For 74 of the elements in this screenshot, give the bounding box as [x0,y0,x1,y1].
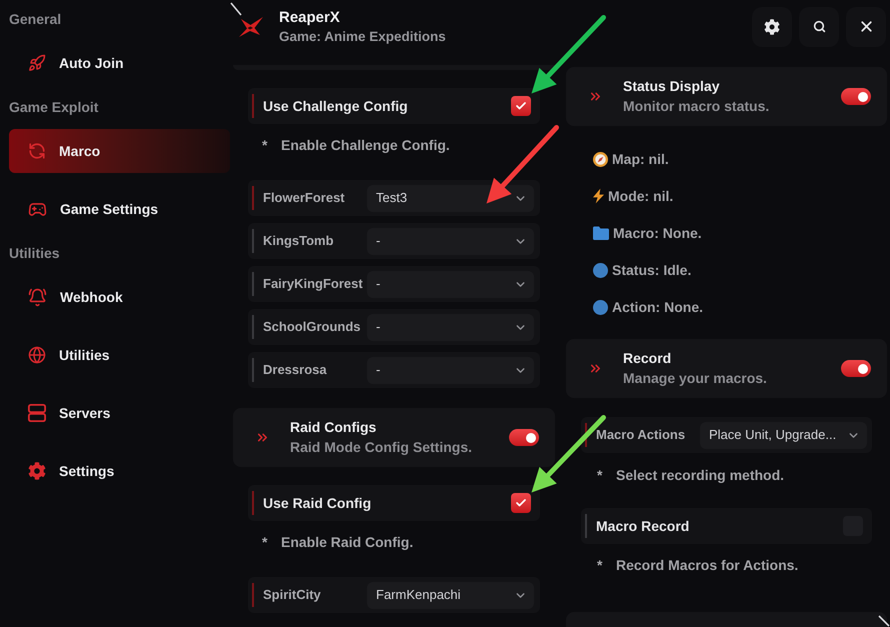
section-title: Record [623,349,672,368]
dropdown[interactable]: - [367,228,534,254]
option-label: SpiritCity [263,586,322,604]
dropdown[interactable]: FarmKenpachi [367,582,534,608]
sidebar-item[interactable]: Game Settings [9,187,230,231]
sidebar-heading: General [8,10,62,29]
dropdown[interactable]: - [367,314,534,340]
bullet: * [262,532,268,552]
globe-icon [28,346,46,364]
sidebar-item[interactable]: Settings [9,449,230,493]
toggle-switch[interactable] [841,360,871,377]
section-subtitle: Monitor macro status. [623,97,770,116]
sidebar-heading: Game Exploit [8,98,100,117]
corner-mark-icon [230,2,242,16]
sidebar-item[interactable]: Auto Join [9,41,230,85]
folder-icon [593,226,609,240]
bullet: * [597,556,604,574]
section-title: Raid Configs [290,418,378,437]
hint-text: Select recording method. [616,466,784,485]
hint-text: Enable Raid Config. [281,532,414,552]
sidebar-item[interactable]: Webhook [9,275,230,319]
option-label: Macro Record [596,516,690,536]
logo-icon [238,16,264,38]
dropdown[interactable]: - [367,356,534,384]
compass-icon [593,152,608,166]
status-text: Macro: None. [613,224,702,242]
section-subtitle: Raid Mode Config Settings. [290,438,472,457]
dropdown[interactable]: Place Unit, Upgrade... [700,422,867,448]
search-icon [812,20,826,33]
settings-icon [764,18,780,34]
search-button[interactable] [799,6,839,46]
rocket-icon [28,54,46,72]
status-text: Mode: nil. [608,186,674,206]
status-text: Action: None. [612,298,703,316]
checkbox[interactable] [511,493,531,513]
option-label: Dressrosa [263,361,328,380]
status-text: Status: Idle. [612,260,692,280]
bullet: * [597,466,604,484]
check-icon [515,497,527,509]
sidebar-heading: Utilities [8,244,61,263]
circle-icon [593,262,608,278]
circle-icon [593,300,608,314]
app-subtitle: Game: Anime Expeditions [279,28,446,46]
option-label: SchoolGrounds [263,318,362,336]
toggle-switch[interactable] [841,88,871,105]
option-label: KingsTomb [263,232,335,250]
bell-icon [28,288,47,306]
section-subtitle: Manage your macros. [623,369,767,388]
checkbox[interactable] [511,96,531,116]
lightning-icon [593,188,604,204]
app-title: ReaperX [279,8,341,26]
option-label: Use Raid Config [263,494,372,513]
refresh-icon [28,142,46,160]
hint-text: Record Macros for Actions. [616,556,798,574]
sidebar-item[interactable]: Utilities [9,333,230,377]
server-icon [28,404,46,422]
toggle-switch[interactable] [509,429,539,446]
option-label: FlowerForest [263,189,346,208]
corner-mark-icon [878,615,890,627]
dropdown[interactable]: - [367,270,534,298]
settings-icon [28,462,46,480]
sidebar-item[interactable]: Marco [9,129,230,173]
hint-text: Enable Challenge Config. [281,136,450,155]
sidebar-item[interactable]: Servers [9,391,230,435]
bullet: * [262,136,268,154]
check-icon [515,100,527,112]
status-text: Map: nil. [612,150,669,169]
section-title: Status Display [623,77,720,96]
settings-button[interactable] [752,6,792,46]
dropdown[interactable]: Test3 [367,184,534,212]
option-label: Use Challenge Config [263,96,408,116]
option-label: FairyKingForest [263,275,364,294]
option-label: Macro Actions [596,426,686,444]
close-button[interactable] [846,6,886,46]
